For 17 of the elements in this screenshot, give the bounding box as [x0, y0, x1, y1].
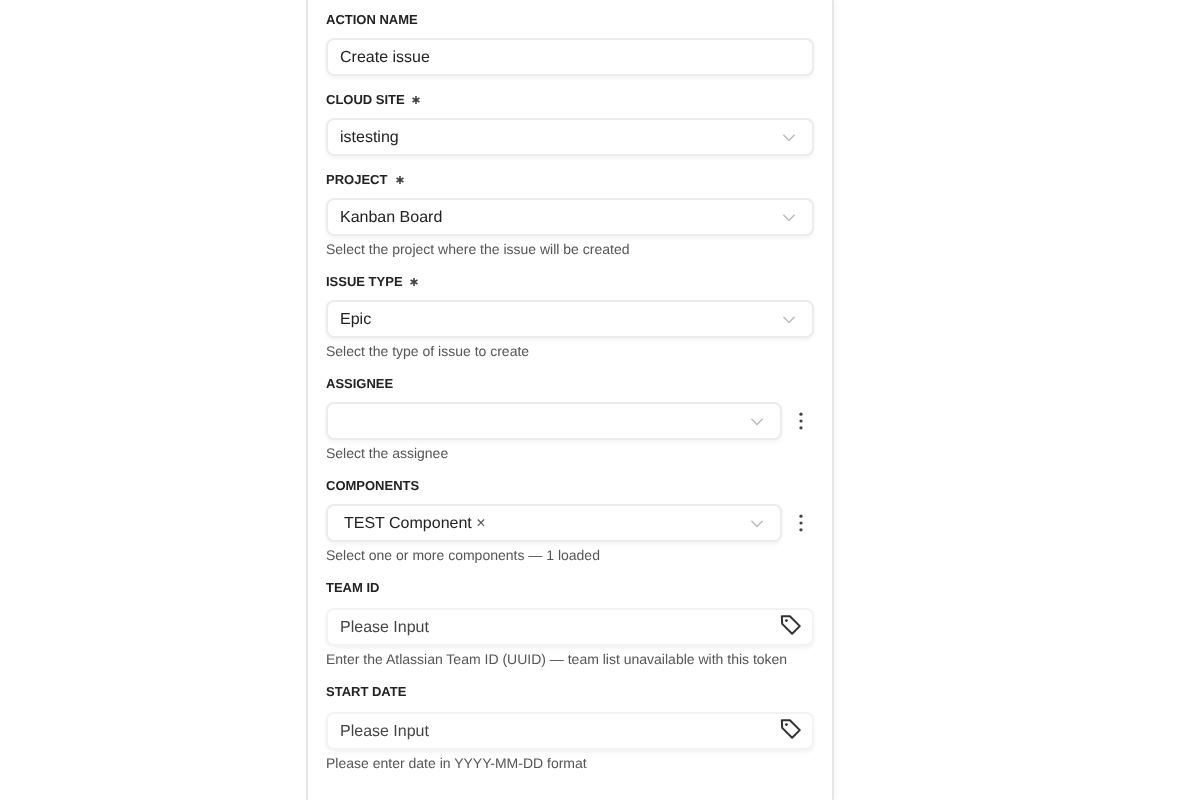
select-field[interactable]: [326, 402, 782, 440]
input-field[interactable]: Please Input: [326, 608, 814, 646]
chevron-down-icon: [782, 315, 796, 323]
select-field[interactable]: Epic: [326, 300, 814, 338]
chevron-down-icon: [782, 213, 796, 221]
chevron-down-icon: [782, 133, 796, 141]
tag-icon: [780, 718, 802, 740]
tag-icon: [780, 614, 802, 636]
tag-label: TEST Component: [344, 514, 472, 532]
text-field[interactable]: Create issue: [326, 38, 814, 76]
remove-tag-button[interactable]: ×: [476, 514, 486, 532]
input-field[interactable]: Please Input: [326, 712, 814, 750]
select-field[interactable]: Kanban Board: [326, 198, 814, 236]
select-field[interactable]: TEST Component ×: [326, 504, 782, 542]
chevron-down-icon: [750, 519, 764, 527]
select-field[interactable]: istesting: [326, 118, 814, 156]
chevron-down-icon: [750, 417, 764, 425]
